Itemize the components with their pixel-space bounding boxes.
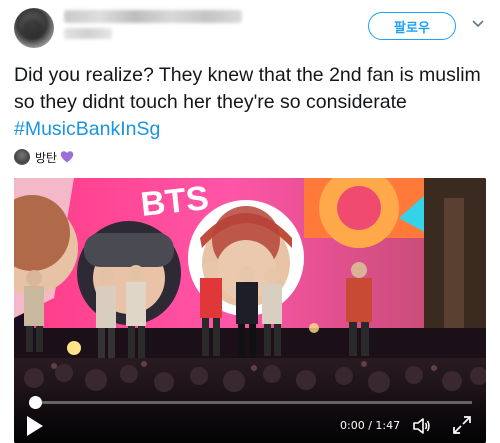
tweet-body: Did you realize? They knew that the 2nd … <box>14 64 481 113</box>
time-separator: / <box>364 419 376 432</box>
video-time: 0:00 / 1:47 <box>340 419 400 432</box>
author-name-redacted[interactable] <box>64 10 242 23</box>
video-player[interactable]: BTS 0:00 / 1:47 <box>14 178 486 443</box>
follow-button[interactable]: 팔로우 <box>368 12 456 40</box>
progress-bar[interactable] <box>29 396 472 409</box>
video-controls: 0:00 / 1:47 <box>14 391 486 443</box>
duration: 1:47 <box>375 419 401 432</box>
fullscreen-icon[interactable] <box>452 415 472 435</box>
tweet-text: Did you realize? They knew that the 2nd … <box>14 62 494 143</box>
current-time: 0:00 <box>340 419 365 432</box>
hashtag-link[interactable]: #MusicBankInSg <box>14 118 160 140</box>
author-avatar[interactable] <box>14 8 54 48</box>
purple-heart-icon <box>60 151 74 163</box>
play-icon[interactable] <box>26 415 44 437</box>
meta-avatar[interactable] <box>14 149 30 165</box>
tweet-meta: 방탄 <box>14 148 74 166</box>
volume-icon[interactable] <box>412 416 432 436</box>
stage-sign-text: BTS <box>139 179 211 224</box>
meta-name[interactable]: 방탄 <box>35 149 57 166</box>
author-handle-redacted[interactable] <box>64 28 112 39</box>
progress-thumb[interactable] <box>29 396 42 409</box>
chevron-down-icon[interactable] <box>470 16 486 32</box>
tweet-header: 팔로우 <box>0 0 500 56</box>
